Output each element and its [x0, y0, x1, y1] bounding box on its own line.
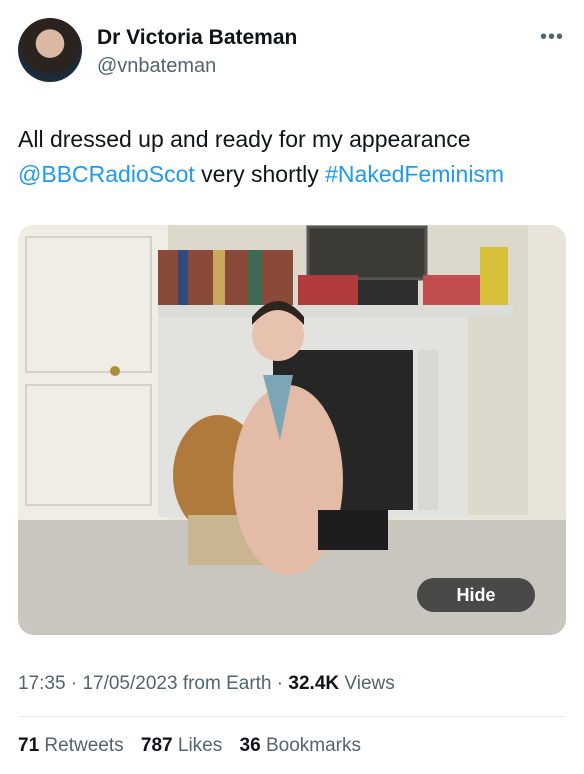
likes-label: Likes [177, 735, 223, 756]
retweets-label: Retweets [44, 735, 124, 756]
author-handle[interactable]: @vnbateman [97, 55, 216, 78]
likes-count: 787 [140, 735, 173, 756]
meta-separator: · [276, 673, 284, 694]
bookmarks-stat[interactable]: 36 Bookmarks [240, 735, 361, 756]
hashtag-link[interactable]: #NakedFeminism [325, 161, 504, 187]
avatar[interactable] [18, 18, 82, 82]
tweet-time[interactable]: 17:35 [18, 673, 66, 694]
tweet-stats: 71 Retweets 787 Likes 36 Bookmarks [18, 735, 373, 757]
tweet-meta: 17:35 · 17/05/2023 from Earth · 32.4K Vi… [18, 673, 395, 695]
hide-media-button[interactable]: Hide [417, 578, 535, 612]
meta-separator: · [70, 673, 78, 694]
likes-stat[interactable]: 787 Likes [141, 735, 222, 756]
tweet-date[interactable]: 17/05/2023 [82, 673, 177, 694]
views-label: Views [344, 673, 395, 694]
bookmarks-label: Bookmarks [265, 735, 361, 756]
tweet-text-line1: All dressed up and ready for my appearan… [18, 126, 471, 152]
tweet-media[interactable] [18, 225, 566, 635]
views-count: 32.4K [288, 673, 340, 694]
more-options-icon[interactable]: ••• [540, 26, 564, 49]
tweet-text-middle: very shortly [194, 161, 326, 187]
retweets-count: 71 [18, 735, 40, 756]
divider [18, 716, 566, 717]
mention-link[interactable]: @BBCRadioScot [18, 161, 195, 187]
bookmarks-count: 36 [239, 735, 261, 756]
tweet-source: from Earth [182, 673, 272, 694]
retweets-stat[interactable]: 71 Retweets [18, 735, 124, 756]
media-image [18, 225, 566, 635]
tweet-text: All dressed up and ready for my appearan… [18, 122, 566, 192]
author-name[interactable]: Dr Victoria Bateman [97, 26, 297, 50]
